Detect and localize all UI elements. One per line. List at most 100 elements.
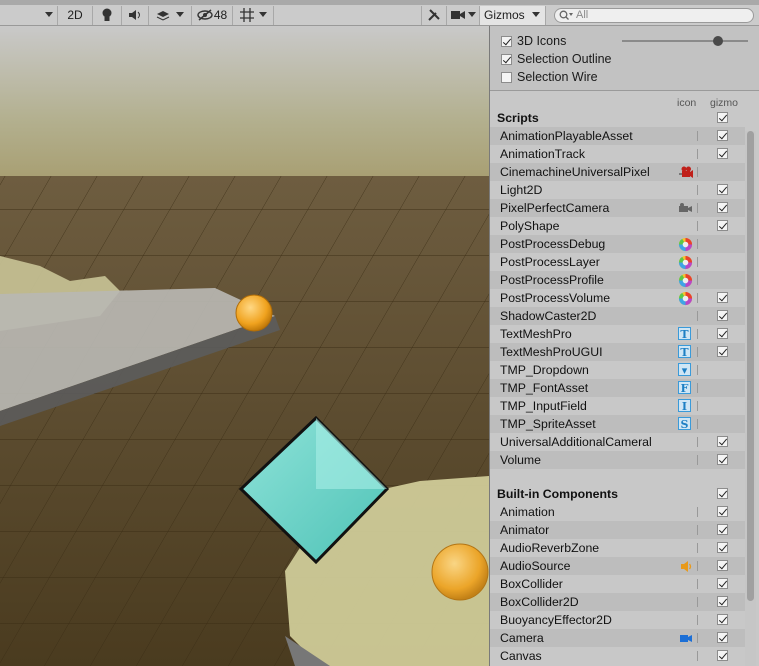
gizmo-row[interactable]: Volume xyxy=(490,451,745,469)
color-wheel-icon[interactable] xyxy=(678,291,693,306)
tools-button[interactable] xyxy=(421,5,447,25)
gizmo-row[interactable]: PixelPerfectCamera xyxy=(490,199,745,217)
gizmo-checkbox[interactable] xyxy=(717,578,728,589)
gizmo-row[interactable]: AudioReverbZone xyxy=(490,539,745,557)
text-t-icon[interactable]: T xyxy=(678,327,693,342)
gizmo-checkbox[interactable] xyxy=(717,596,728,607)
shading-mode-dropdown[interactable] xyxy=(0,5,58,25)
color-wheel-icon[interactable] xyxy=(678,237,693,252)
section-title: Built-in Components xyxy=(497,487,618,501)
column-divider xyxy=(697,275,698,285)
gizmo-checkbox[interactable] xyxy=(717,436,728,447)
gizmo-checkbox[interactable] xyxy=(717,220,728,231)
gizmo-checkbox[interactable] xyxy=(717,202,728,213)
gizmo-checkbox[interactable] xyxy=(717,184,728,195)
gizmo-row[interactable]: PostProcessDebug xyxy=(490,235,745,253)
gizmo-row[interactable]: Animator xyxy=(490,521,745,539)
gizmo-row[interactable]: ShadowCaster2D xyxy=(490,307,745,325)
gizmo-checkbox[interactable] xyxy=(717,148,728,159)
gizmo-row[interactable]: TMP_SpriteAsset S xyxy=(490,415,745,433)
icon-glyph: T xyxy=(678,345,691,359)
gizmo-row-name: Animation xyxy=(500,505,555,519)
gizmo-checkbox[interactable] xyxy=(717,524,728,535)
camera-icon[interactable] xyxy=(678,631,693,646)
scrollbar-thumb[interactable] xyxy=(747,131,754,601)
gizmo-row[interactable]: PolyShape xyxy=(490,217,745,235)
gizmo-checkbox[interactable] xyxy=(717,632,728,643)
camera-small-icon[interactable] xyxy=(678,201,693,216)
gizmo-row[interactable]: Light2D xyxy=(490,181,745,199)
gizmo-list-scrollbar[interactable] xyxy=(745,131,756,666)
gizmo-checkbox[interactable] xyxy=(717,310,728,321)
gizmo-checkbox[interactable] xyxy=(717,560,728,571)
icon-size-slider-handle[interactable] xyxy=(713,36,723,46)
camera-settings-dropdown[interactable] xyxy=(447,5,480,25)
gizmo-checkbox[interactable] xyxy=(717,130,728,141)
cinemachine-icon[interactable] xyxy=(678,165,693,180)
font-asset-icon[interactable]: F xyxy=(678,381,693,396)
gizmos-dropdown[interactable]: Gizmos xyxy=(480,5,546,25)
option-selection-wire-checkbox[interactable] xyxy=(501,71,512,83)
option-3d-icons-checkbox[interactable] xyxy=(501,35,512,47)
lighting-toggle[interactable] xyxy=(93,5,122,25)
section-header-built-in-components[interactable]: Built-in Components xyxy=(490,485,745,503)
gizmo-row[interactable]: BuoyancyEffector2D xyxy=(490,611,745,629)
gizmo-row[interactable]: PostProcessProfile xyxy=(490,271,745,289)
option-3d-icons[interactable]: 3D Icons xyxy=(501,33,566,49)
gizmo-row[interactable]: Canvas xyxy=(490,647,745,665)
section-gizmo-checkbox[interactable] xyxy=(717,112,728,123)
gizmo-row[interactable]: PostProcessVolume xyxy=(490,289,745,307)
gizmo-row-name: Volume xyxy=(500,453,542,467)
search-field[interactable]: All xyxy=(554,7,754,23)
gizmo-checkbox[interactable] xyxy=(717,292,728,303)
column-divider xyxy=(697,185,698,195)
gizmo-checkbox[interactable] xyxy=(717,542,728,553)
gizmo-row[interactable]: TMP_InputField I xyxy=(490,397,745,415)
gizmo-checkbox[interactable] xyxy=(717,614,728,625)
gizmo-row[interactable]: Camera xyxy=(490,629,745,647)
gizmo-row[interactable]: BoxCollider2D xyxy=(490,593,745,611)
input-field-icon[interactable]: I xyxy=(678,399,693,414)
gizmo-checkbox[interactable] xyxy=(717,328,728,339)
effects-dropdown[interactable] xyxy=(149,5,192,25)
toggle-2d-button[interactable]: 2D xyxy=(58,5,93,25)
option-selection-outline[interactable]: Selection Outline xyxy=(501,51,612,67)
gizmo-row[interactable]: TMP_Dropdown ▾ xyxy=(490,361,745,379)
gizmo-row[interactable]: AudioSource xyxy=(490,557,745,575)
gizmo-checkbox[interactable] xyxy=(717,346,728,357)
section-header-scripts[interactable]: Scripts xyxy=(490,109,745,127)
gizmo-row[interactable]: AnimationTrack xyxy=(490,145,745,163)
gizmo-row[interactable]: UniversalAdditionalCameral xyxy=(490,433,745,451)
icon-glyph: S xyxy=(678,417,691,431)
gizmo-row[interactable]: TMP_FontAsset F xyxy=(490,379,745,397)
option-selection-outline-checkbox[interactable] xyxy=(501,53,512,65)
icon-size-slider[interactable] xyxy=(622,36,748,46)
gizmo-row-name: TMP_Dropdown xyxy=(500,363,589,377)
gizmo-row[interactable]: CinemachineUniversalPixel xyxy=(490,163,745,181)
color-wheel-icon[interactable] xyxy=(678,273,693,288)
gizmo-row[interactable]: TextMeshPro T xyxy=(490,325,745,343)
gizmo-row[interactable]: TextMeshProUGUI T xyxy=(490,343,745,361)
gizmo-checkbox[interactable] xyxy=(717,454,728,465)
gizmo-row-name: TMP_InputField xyxy=(500,399,587,413)
scene-viewport[interactable] xyxy=(0,26,489,666)
gizmo-row[interactable]: Animation xyxy=(490,503,745,521)
audio-toggle[interactable] xyxy=(122,5,149,25)
gizmo-row[interactable]: AnimationPlayableAsset xyxy=(490,127,745,145)
gizmo-checkbox[interactable] xyxy=(717,650,728,661)
scene-render[interactable] xyxy=(0,26,489,666)
column-header-gizmo: gizmo xyxy=(710,97,739,109)
scene-visibility-toggle[interactable]: 48 xyxy=(192,5,233,25)
sprite-asset-icon[interactable]: S xyxy=(678,417,693,432)
grid-dropdown[interactable] xyxy=(233,5,274,25)
gizmo-checkbox[interactable] xyxy=(717,506,728,517)
gizmo-row-name: PostProcessLayer xyxy=(500,255,600,269)
gizmo-row[interactable]: BoxCollider xyxy=(490,575,745,593)
option-selection-wire[interactable]: Selection Wire xyxy=(501,69,598,85)
dropdown-icon[interactable]: ▾ xyxy=(678,363,693,378)
speaker-icon[interactable] xyxy=(678,559,693,574)
color-wheel-icon[interactable] xyxy=(678,255,693,270)
gizmo-row[interactable]: PostProcessLayer xyxy=(490,253,745,271)
text-t-icon[interactable]: T xyxy=(678,345,693,360)
section-gizmo-checkbox[interactable] xyxy=(717,488,728,499)
